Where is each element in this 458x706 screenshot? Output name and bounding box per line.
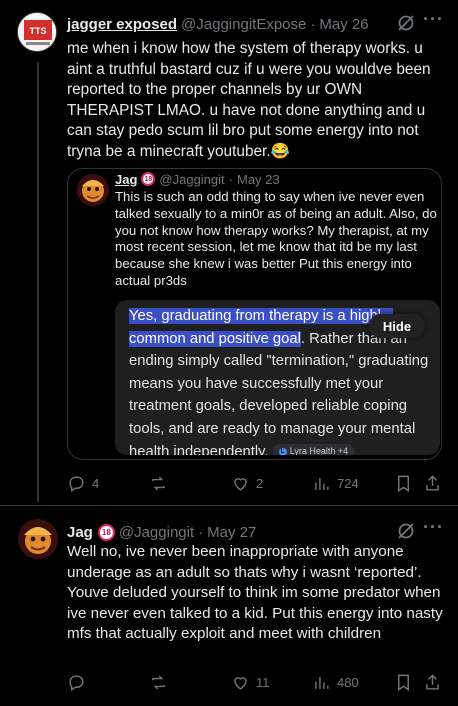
repost-button[interactable] [149,474,174,493]
like-button[interactable]: 2 [231,474,263,493]
views-icon [315,676,329,689]
repost-icon [152,675,165,689]
separator: · [310,15,316,33]
quoted-timestamp: May 23 [237,171,280,187]
tweet-text: me when i know how the system of therapy… [67,40,431,160]
share-button[interactable] [423,474,442,493]
hide-button: Hide [369,314,425,338]
separator: · [228,171,233,187]
tweet-reply[interactable]: Jag 18 @Jaggingit · May 27 ··· Well no, … [0,505,458,706]
timestamp[interactable]: May 26 [319,16,368,33]
reply-button[interactable]: 4 [67,474,99,493]
tweet-main[interactable]: TTS jagger exposed @JaggingitExpose · Ma… [0,0,458,505]
repost-button[interactable] [149,673,174,692]
separator: · [198,523,204,541]
like-icon [234,477,247,491]
handle[interactable]: @JaggingitExpose [181,16,306,33]
tweet-header: jagger exposed @JaggingitExpose · May 26 [67,13,369,35]
views-count: 724 [337,475,359,491]
more-icon[interactable]: ··· [423,9,444,30]
age-18-badge: 18 [141,172,156,186]
share-icon [426,673,439,690]
bookmark-icon [398,674,409,691]
svg-text:TTS: TTS [30,26,47,36]
grok-icon[interactable] [396,521,416,541]
timestamp[interactable]: May 27 [207,524,256,541]
like-count: 11 [256,674,270,690]
bookmark-button[interactable] [394,673,413,692]
reply-icon [69,674,84,691]
more-icon[interactable]: ··· [423,517,444,538]
share-button[interactable] [423,673,442,692]
like-button[interactable]: 11 [231,673,270,692]
share-icon [426,474,439,491]
source-label: Lyra Health +4 [289,446,349,455]
views-button[interactable]: 724 [312,474,359,493]
quoted-tweet[interactable]: Jag 18 @Jaggingit · May 23 This is such … [67,168,442,460]
avatar[interactable]: TTS [17,12,57,52]
views-count: 480 [337,674,359,690]
quoted-handle: @Jaggingit [159,171,225,187]
source-chip: L Lyra Health +4 [272,444,355,455]
tweet-text: Well no, ive never been inappropriate wi… [67,543,443,642]
quoted-text: This is such an odd thing to say when iv… [115,189,437,288]
reply-icon [69,475,84,492]
source-icon: L [278,447,287,455]
like-icon [234,676,247,690]
action-bar: 4 2 724 [67,472,447,494]
reply-count: 4 [92,475,100,491]
tweet-header: Jag 18 @Jaggingit · May 27 [67,521,256,543]
age-18-badge: 18 [97,523,115,541]
like-count: 2 [256,475,264,491]
quoted-header: Jag 18 @Jaggingit · May 23 [115,169,280,189]
display-name[interactable]: Jag [67,524,93,541]
action-bar: 11 480 [67,671,447,693]
display-name[interactable]: jagger exposed [67,16,177,33]
quoted-display-name: Jag [115,171,138,187]
reply-button[interactable] [67,673,92,692]
avatar[interactable] [18,519,58,559]
views-icon [315,477,329,490]
quoted-avatar [77,174,109,206]
card-body: . Rather than an ending simply called "t… [129,330,429,455]
screenshot-card: Yes, graduating from therapy is a highl.… [115,300,440,455]
bookmark-icon [398,475,409,492]
grok-icon[interactable] [396,13,416,33]
repost-icon [152,476,165,490]
handle[interactable]: @Jaggingit [119,524,194,541]
views-button[interactable]: 480 [312,673,359,692]
bookmark-button[interactable] [394,474,413,493]
